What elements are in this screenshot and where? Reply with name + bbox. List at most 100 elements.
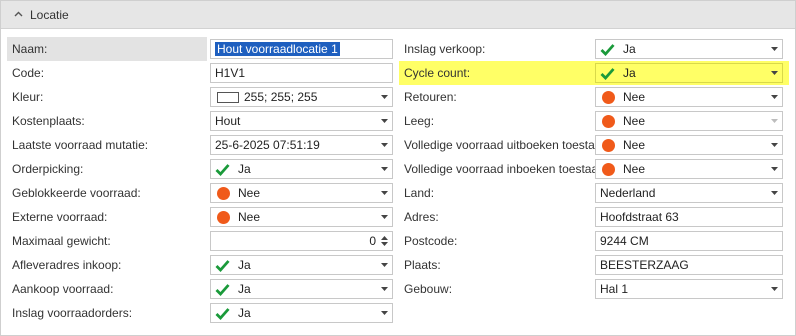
postcode-input[interactable]: 9244 CM bbox=[595, 231, 783, 251]
naam-label: Naam: bbox=[7, 37, 207, 61]
orderpicking-select[interactable]: Ja bbox=[210, 159, 393, 179]
row-kleur: Kleur: 255; 255; 255 bbox=[7, 85, 395, 109]
check-icon bbox=[215, 163, 230, 176]
row-externe: Externe voorraad: Nee bbox=[7, 205, 395, 229]
inslag-value: Ja bbox=[623, 42, 636, 56]
chevron-down-icon[interactable] bbox=[766, 88, 782, 106]
code-input[interactable]: H1V1 bbox=[210, 63, 393, 83]
land-select[interactable]: Nederland bbox=[595, 183, 783, 203]
chevron-down-icon[interactable] bbox=[376, 136, 392, 154]
aankoop-select[interactable]: Ja bbox=[210, 279, 393, 299]
chevron-down-icon[interactable] bbox=[376, 280, 392, 298]
chevron-down-icon[interactable] bbox=[376, 208, 392, 226]
row-uitboeken: Volledige voorraad uitboeken toestaan: N… bbox=[399, 133, 789, 157]
gebouw-label: Gebouw: bbox=[404, 282, 453, 296]
chevron-down-icon[interactable] bbox=[376, 88, 392, 106]
adres-input[interactable]: Hoofdstraat 63 bbox=[595, 207, 783, 227]
right-column: Inslag verkoop: Ja Cycle count: Ja Retou… bbox=[399, 37, 789, 301]
plaats-input[interactable]: BEESTERZAAG bbox=[595, 255, 783, 275]
inslag-select[interactable]: Ja bbox=[595, 39, 783, 59]
afleveradres-select[interactable]: Ja bbox=[210, 255, 393, 275]
chevron-up-icon[interactable] bbox=[14, 10, 23, 19]
row-aankoop: Aankoop voorraad: Ja bbox=[7, 277, 395, 301]
land-value: Nederland bbox=[600, 186, 656, 200]
adres-label: Adres: bbox=[404, 210, 439, 224]
chevron-down-icon[interactable] bbox=[376, 256, 392, 274]
panel-title: Locatie bbox=[30, 7, 69, 22]
retouren-select[interactable]: Nee bbox=[595, 87, 783, 107]
chevron-down-icon[interactable] bbox=[766, 280, 782, 298]
plaats-label: Plaats: bbox=[404, 258, 441, 272]
externe-label: Externe voorraad: bbox=[12, 210, 108, 224]
inslagorders-label: Inslag voorraadorders: bbox=[12, 306, 133, 320]
inboeken-select[interactable]: Nee bbox=[595, 159, 783, 179]
panel-header[interactable]: Locatie bbox=[1, 1, 795, 29]
chevron-down-icon[interactable] bbox=[766, 184, 782, 202]
row-leeg: Leeg: Nee bbox=[399, 109, 789, 133]
spin-down-icon[interactable] bbox=[380, 242, 388, 246]
check-icon bbox=[215, 307, 230, 320]
spin-up-icon[interactable] bbox=[380, 236, 388, 240]
check-icon bbox=[215, 283, 230, 296]
adres-value: Hoofdstraat 63 bbox=[600, 210, 679, 224]
row-land: Land: Nederland bbox=[399, 181, 789, 205]
chevron-down-icon[interactable] bbox=[766, 64, 782, 82]
afleveradres-label: Afleveradres inkoop: bbox=[12, 258, 122, 272]
aankoop-label: Aankoop voorraad: bbox=[12, 282, 114, 296]
row-inslag-orders: Inslag voorraadorders: Ja bbox=[7, 301, 395, 325]
row-retouren: Retouren: Nee bbox=[399, 85, 789, 109]
externe-select[interactable]: Nee bbox=[210, 207, 393, 227]
leeg-value: Nee bbox=[623, 114, 646, 128]
gebouw-select[interactable]: Hal 1 bbox=[595, 279, 783, 299]
row-orderpicking: Orderpicking: Ja bbox=[7, 157, 395, 181]
status-dot-icon bbox=[602, 90, 615, 104]
chevron-down-icon[interactable] bbox=[766, 136, 782, 154]
geblokkeerde-value: Nee bbox=[238, 186, 261, 200]
inslag-label: Inslag verkoop: bbox=[404, 42, 486, 56]
afleveradres-value: Ja bbox=[238, 258, 251, 272]
code-value: H1V1 bbox=[215, 66, 246, 80]
laatste-label: Laatste voorraad mutatie: bbox=[12, 138, 149, 152]
uitboeken-select[interactable]: Nee bbox=[595, 135, 783, 155]
maximaal-value: 0 bbox=[369, 234, 376, 248]
chevron-down-icon[interactable] bbox=[766, 40, 782, 58]
chevron-down-icon[interactable] bbox=[766, 160, 782, 178]
chevron-down-icon[interactable] bbox=[376, 160, 392, 178]
chevron-down-icon bbox=[766, 112, 782, 130]
externe-value: Nee bbox=[238, 210, 261, 224]
naam-input[interactable]: Hout voorraadlocatie 1 bbox=[210, 39, 393, 59]
laatste-value: 25-6-2025 07:51:19 bbox=[215, 138, 320, 152]
row-code: Code: H1V1 bbox=[7, 61, 395, 85]
maximaal-spinner[interactable]: 0 bbox=[210, 231, 393, 251]
kleur-select[interactable]: 255; 255; 255 bbox=[210, 87, 393, 107]
row-cycle-count: Cycle count: Ja bbox=[399, 61, 789, 85]
status-dot-icon bbox=[217, 210, 230, 224]
cycle-select[interactable]: Ja bbox=[595, 63, 783, 83]
uitboeken-value: Nee bbox=[623, 138, 646, 152]
chevron-down-icon[interactable] bbox=[376, 304, 392, 322]
postcode-label: Postcode: bbox=[404, 234, 458, 248]
row-laatste-mutatie: Laatste voorraad mutatie: 25-6-2025 07:5… bbox=[7, 133, 395, 157]
laatste-select[interactable]: 25-6-2025 07:51:19 bbox=[210, 135, 393, 155]
maximaal-label: Maximaal gewicht: bbox=[12, 234, 111, 248]
geblokkeerde-select[interactable]: Nee bbox=[210, 183, 393, 203]
check-icon bbox=[600, 67, 615, 80]
row-inslag-verkoop: Inslag verkoop: Ja bbox=[399, 37, 789, 61]
row-naam: Naam: Hout voorraadlocatie 1 bbox=[7, 37, 395, 61]
spinner-buttons[interactable] bbox=[378, 233, 390, 249]
geblokkeerde-label: Geblokkeerde voorraad: bbox=[12, 186, 141, 200]
chevron-down-icon[interactable] bbox=[376, 112, 392, 130]
orderpicking-value: Ja bbox=[238, 162, 251, 176]
color-swatch bbox=[217, 91, 239, 103]
naam-value: Hout voorraadlocatie 1 bbox=[215, 42, 340, 56]
retouren-label: Retouren: bbox=[404, 90, 457, 104]
leeg-select: Nee bbox=[595, 111, 783, 131]
inboeken-label: Volledige voorraad inboeken toestaan: bbox=[404, 162, 609, 176]
kostenplaats-label: Kostenplaats: bbox=[12, 114, 85, 128]
row-geblokkeerde: Geblokkeerde voorraad: Nee bbox=[7, 181, 395, 205]
inslagorders-select[interactable]: Ja bbox=[210, 303, 393, 323]
kostenplaats-select[interactable]: Hout bbox=[210, 111, 393, 131]
status-dot-icon bbox=[602, 138, 615, 152]
chevron-down-icon[interactable] bbox=[376, 184, 392, 202]
check-icon bbox=[215, 259, 230, 272]
